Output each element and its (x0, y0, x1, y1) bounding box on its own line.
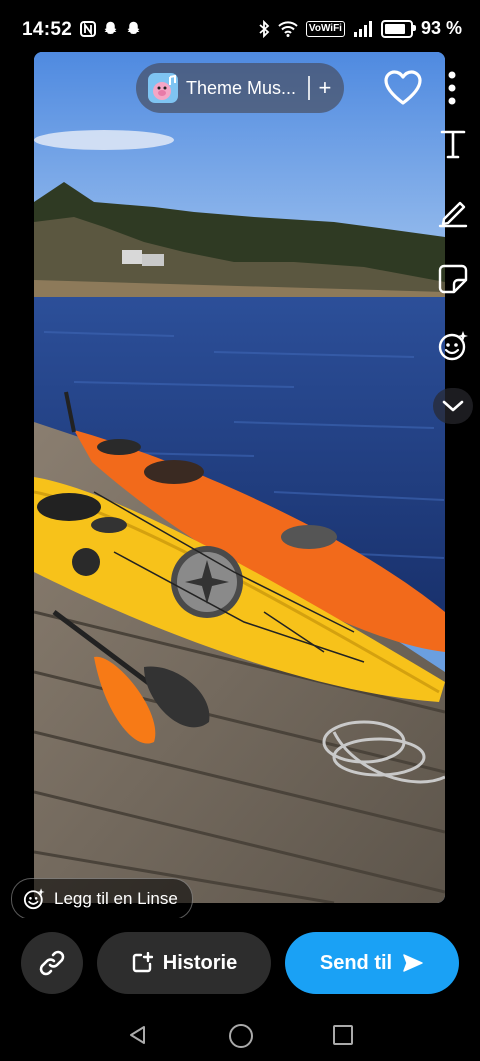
music-divider (308, 76, 310, 100)
lens-smiley-icon (438, 331, 468, 361)
text-tool-icon (440, 130, 466, 159)
music-attachment-pill[interactable]: Theme Mus... + (136, 63, 344, 113)
photo-scene (34, 52, 445, 903)
text-tool-button[interactable] (436, 127, 470, 161)
battery-icon (380, 19, 416, 38)
favorite-button[interactable] (383, 68, 423, 108)
sticker-tool-button[interactable] (436, 262, 470, 296)
story-button[interactable]: Historie (97, 932, 271, 994)
vowifi-badge: VoWiFi (305, 20, 345, 37)
send-arrow-icon (403, 954, 423, 972)
link-icon (39, 950, 65, 976)
sticker-icon (438, 264, 468, 294)
add-lens-label: Legg til en Linse (54, 889, 178, 908)
snap-photo[interactable] (34, 52, 445, 903)
notification-icons (80, 20, 142, 37)
more-vertical-icon (448, 71, 456, 105)
pencil-icon (438, 201, 468, 228)
add-lens-button[interactable]: Legg til en Linse (11, 878, 193, 920)
send-label: Send til (319, 951, 393, 974)
bluetooth-icon (259, 19, 270, 38)
more-options-button[interactable] (444, 70, 460, 108)
send-to-button[interactable]: Send til (285, 932, 459, 994)
status-right: VoWiFi 93 % (258, 18, 462, 39)
home-icon[interactable] (229, 1024, 253, 1048)
nfc-icon (80, 20, 96, 37)
status-time: 14:52 (22, 19, 73, 40)
chevron-down-icon (442, 400, 464, 412)
snapchat-ghost-icon (104, 21, 117, 34)
battery-percent: 93 % (420, 18, 462, 38)
draw-tool-button[interactable] (436, 195, 470, 229)
recent-apps-icon[interactable] (333, 1025, 353, 1045)
story-label: Historie (162, 951, 238, 974)
music-add-button[interactable]: + (319, 77, 332, 99)
lens-tool-button[interactable] (436, 329, 470, 363)
lens-smiley-icon (23, 888, 45, 910)
battery-fill (384, 23, 405, 34)
music-thumbnail (148, 73, 178, 103)
heart-icon (384, 70, 422, 105)
wifi-icon (278, 20, 298, 37)
snapchat-ghost-icon (127, 21, 140, 34)
back-icon[interactable] (128, 1025, 148, 1045)
music-title: Theme Mus... (186, 77, 297, 98)
status-bar: 14:52 VoWiFi 93 % (0, 0, 480, 60)
attach-link-button[interactable] (21, 932, 83, 994)
add-story-icon (132, 952, 153, 973)
signal-icon (353, 20, 372, 37)
more-tools-button[interactable] (433, 388, 473, 424)
